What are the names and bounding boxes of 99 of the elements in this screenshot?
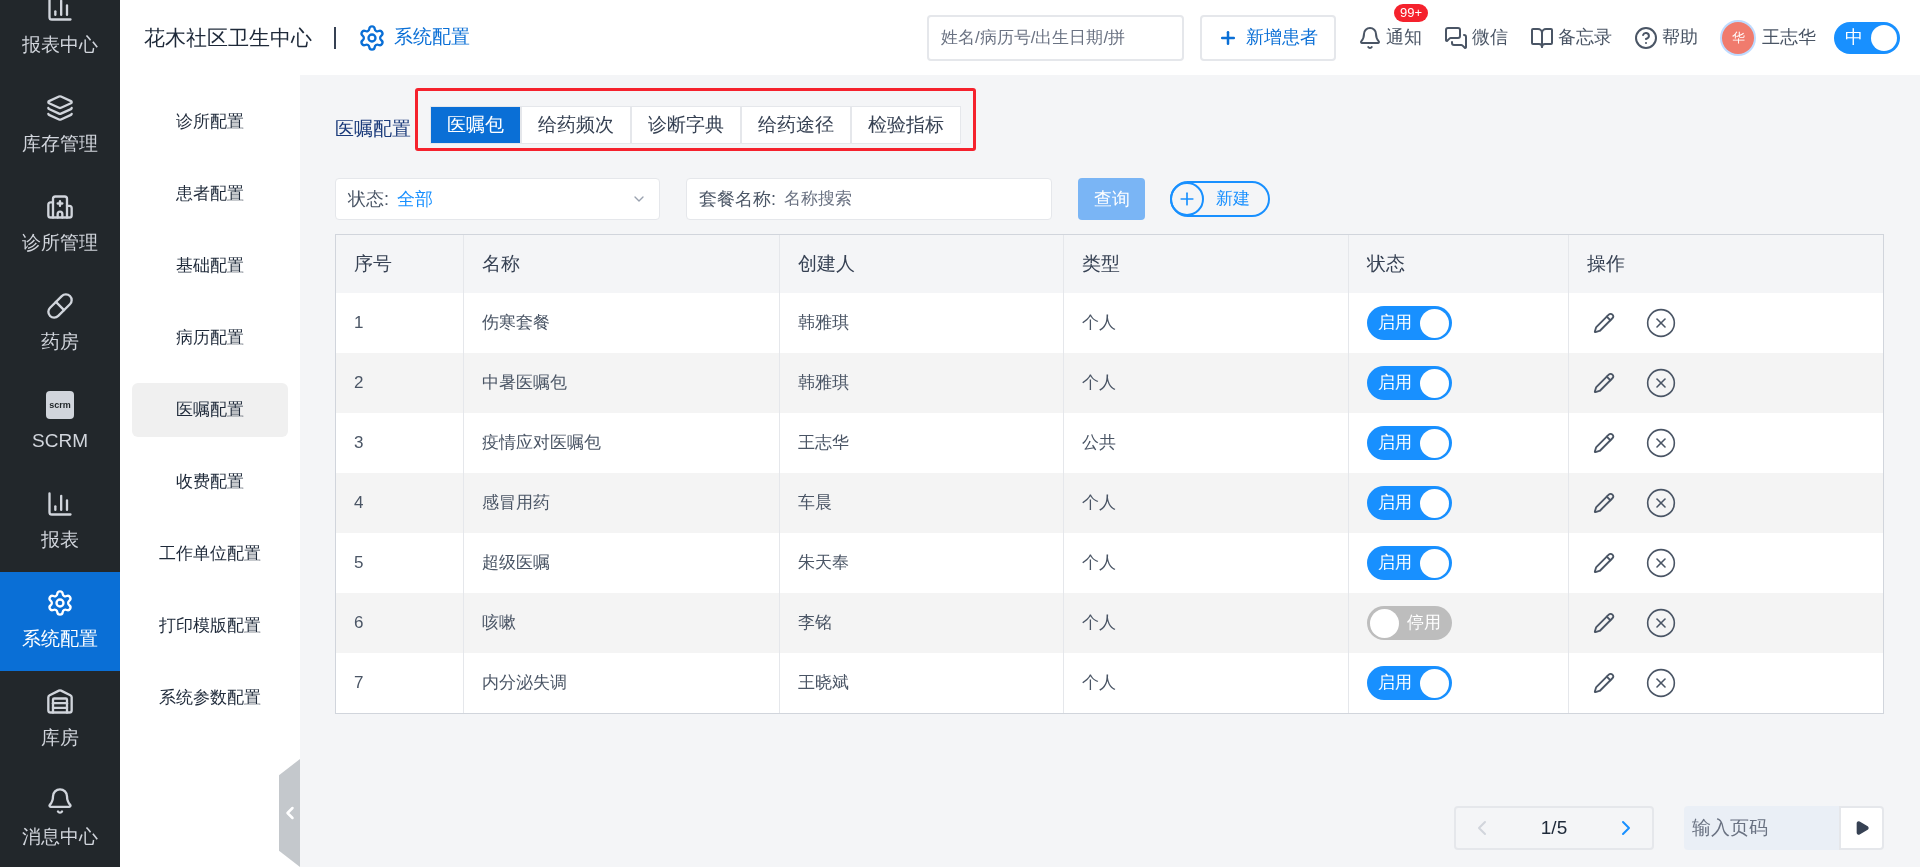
table-cell-text: 5 <box>354 552 364 575</box>
table-cell-text: 韩雅琪 <box>798 312 849 335</box>
user-name: 王志华 <box>1762 26 1816 49</box>
config-tab[interactable]: 诊断字典 <box>631 106 741 144</box>
section-label: 医嘱配置 <box>335 116 411 141</box>
delete-icon[interactable] <box>1645 487 1677 519</box>
table-cell-text: 公共 <box>1082 432 1116 455</box>
nav-item[interactable]: 库房 <box>0 671 120 770</box>
config-menu-item[interactable]: 打印模版配置 <box>132 599 288 653</box>
nav-item[interactable]: 药房 <box>0 275 120 374</box>
clinic-title: 花木社区卫生中心 <box>144 24 312 51</box>
nav-item[interactable]: 报表 <box>0 473 120 572</box>
patient-search-field[interactable]: 姓名/病历号/出生日期/拼 <box>927 14 1184 61</box>
toolbar-action[interactable]: 通知 <box>1358 24 1422 51</box>
package-name-input[interactable]: 名称搜索 <box>784 186 1039 212</box>
scrm-icon: scrm <box>46 391 74 420</box>
edit-icon[interactable] <box>1593 312 1615 334</box>
plus-house-icon <box>46 193 74 222</box>
table-cell-text: 个人 <box>1082 492 1116 515</box>
page-number-field[interactable]: 输入页码 <box>1684 806 1839 850</box>
column-header: 操作 <box>1586 251 1626 276</box>
table-cell-text: 个人 <box>1082 372 1116 395</box>
chat-bubbles-icon <box>1444 25 1468 50</box>
package-name-field[interactable]: 套餐名称: 名称搜索 <box>686 178 1052 220</box>
config-tab[interactable]: 医嘱包 <box>430 106 521 144</box>
help-icon <box>1634 25 1658 50</box>
table-cell-text: 疫情应对医嘱包 <box>482 432 601 455</box>
config-tab[interactable]: 给药途径 <box>741 106 851 144</box>
filter-label: 套餐名称: <box>699 187 776 211</box>
config-menu-item[interactable]: 病历配置 <box>132 311 288 365</box>
toolbar-action[interactable]: 备忘录 <box>1530 24 1612 51</box>
config-menu-item[interactable]: 工作单位配置 <box>132 527 288 581</box>
status-select[interactable]: 状态: 全部 <box>335 178 660 220</box>
bar-chart-icon <box>46 0 74 24</box>
delete-icon[interactable] <box>1645 367 1677 399</box>
collapse-handle[interactable] <box>279 759 300 867</box>
delete-icon[interactable] <box>1645 307 1677 339</box>
nav-item[interactable]: 消息中心 <box>0 770 120 867</box>
delete-icon[interactable] <box>1645 667 1677 699</box>
edit-icon[interactable] <box>1593 612 1615 634</box>
book-icon <box>1530 25 1554 50</box>
bar-chart-icon <box>46 490 74 519</box>
table-cell-text: 7 <box>354 672 364 695</box>
module-title: 系统配置 <box>394 25 470 50</box>
warehouse-icon <box>46 688 74 717</box>
table-cell-text: 中暑医嘱包 <box>482 372 567 395</box>
table-cell-text: 感冒用药 <box>482 492 550 515</box>
config-menu-item[interactable]: 医嘱配置 <box>132 383 288 437</box>
toolbar-action[interactable]: 微信 <box>1444 24 1508 51</box>
nav-item[interactable]: 诊所管理 <box>0 176 120 275</box>
config-tab[interactable]: 给药频次 <box>521 106 631 144</box>
toolbar-action[interactable]: 帮助 <box>1634 24 1698 51</box>
table-cell-text: 个人 <box>1082 552 1116 575</box>
delete-icon[interactable] <box>1645 547 1677 579</box>
settings-icon <box>358 23 386 52</box>
config-menu-item[interactable]: 收费配置 <box>132 455 288 509</box>
config-menu-item[interactable]: 系统参数配置 <box>132 671 288 725</box>
bell-icon <box>1358 25 1382 50</box>
edit-icon[interactable] <box>1593 552 1615 574</box>
delete-icon[interactable] <box>1645 427 1677 459</box>
table-cell-text: 个人 <box>1082 672 1116 695</box>
notification-badge: 99+ <box>1394 4 1429 22</box>
delete-icon[interactable] <box>1645 607 1677 639</box>
table-cell-text: 个人 <box>1082 612 1116 635</box>
table-cell-text: 王志华 <box>798 432 849 455</box>
nav-item[interactable]: scrm SCRM <box>0 374 120 473</box>
config-menu-item[interactable]: 基础配置 <box>132 239 288 293</box>
edit-icon[interactable] <box>1593 492 1615 514</box>
config-tab[interactable]: 检验指标 <box>851 106 961 144</box>
nav-item[interactable]: 报表中心 <box>0 0 120 77</box>
table-cell-text: 2 <box>354 372 364 395</box>
bell-icon <box>46 787 74 816</box>
table-cell-text: 韩雅琪 <box>798 372 849 395</box>
pill-icon <box>46 292 74 321</box>
go-button[interactable] <box>1839 806 1884 850</box>
table-cell-text: 超级医嘱 <box>482 552 550 575</box>
table-cell-text: 朱天奉 <box>798 552 849 575</box>
table-cell-text: 1 <box>354 312 364 335</box>
table-cell-text: 咳嗽 <box>482 612 516 635</box>
edit-icon[interactable] <box>1593 672 1615 694</box>
edit-icon[interactable] <box>1593 432 1615 454</box>
config-menu-item[interactable]: 患者配置 <box>132 167 288 221</box>
page-indicator: 1/5 <box>1540 815 1568 840</box>
table-cell-text: 4 <box>354 492 364 515</box>
layers-icon <box>46 94 74 123</box>
edit-icon[interactable] <box>1593 372 1615 394</box>
table-cell-text: 李铭 <box>798 612 832 635</box>
table-cell-text: 王晓斌 <box>798 672 849 695</box>
table-cell-text: 个人 <box>1082 312 1116 335</box>
nav-item[interactable]: 库存管理 <box>0 77 120 176</box>
table-cell-text: 3 <box>354 432 364 455</box>
config-menu-item[interactable]: 诊所配置 <box>132 95 288 149</box>
add-patient-button[interactable]: 新增患者 <box>1200 14 1336 61</box>
table-cell-text: 车晨 <box>798 492 832 515</box>
table-cell-text: 内分泌失调 <box>482 672 567 695</box>
table-cell-text: 6 <box>354 612 364 635</box>
settings-icon <box>46 589 74 618</box>
nav-item[interactable]: 系统配置 <box>0 572 120 671</box>
table-cell-text: 伤寒套餐 <box>482 312 550 335</box>
